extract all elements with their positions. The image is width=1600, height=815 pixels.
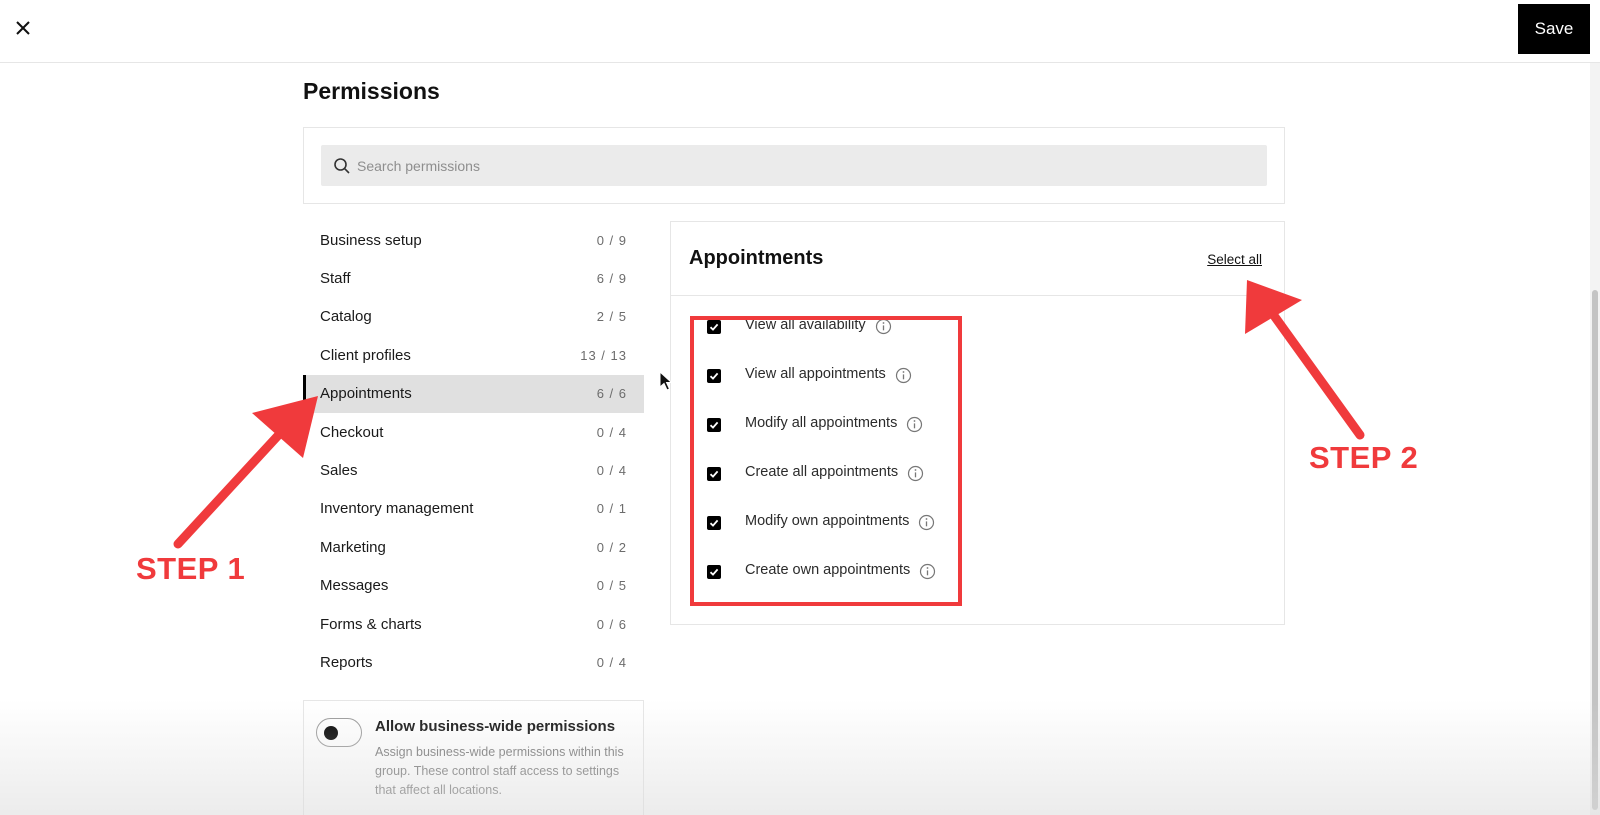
step2-label: STEP 2 xyxy=(1309,440,1419,475)
overlay-block xyxy=(1312,530,1533,751)
mouse-cursor-icon xyxy=(659,370,675,393)
step2-arrow xyxy=(1245,280,1365,440)
step1-arrow xyxy=(173,396,318,549)
step1-label: STEP 1 xyxy=(136,551,246,586)
